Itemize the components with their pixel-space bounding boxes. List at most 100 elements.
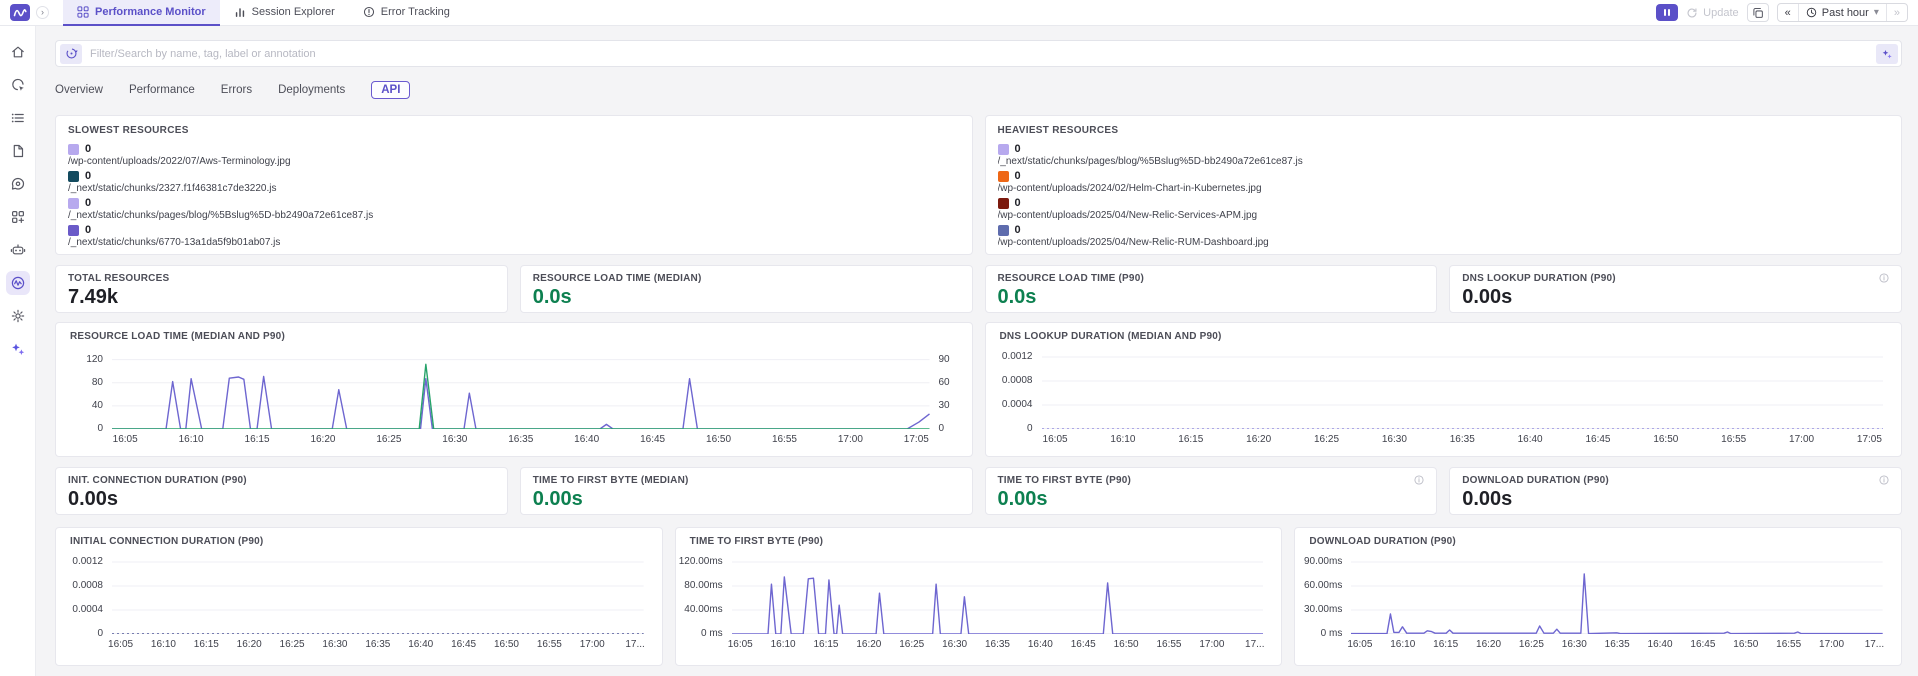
axis-tick-label: 16:05 bbox=[1347, 639, 1373, 650]
metric-title: RESOURCE LOAD TIME (MEDIAN) bbox=[532, 273, 702, 284]
x-axis: 16:05 16:10 16:15 16:20 16:25 16:30 16:35 16:40… bbox=[112, 429, 930, 446]
view-tab-errors[interactable]: Errors bbox=[221, 84, 252, 96]
sidebar-item-settings[interactable] bbox=[6, 304, 30, 328]
metric-card: DNS LOOKUP DURATION (P90) 0.00s bbox=[1449, 265, 1902, 313]
tab-performance-monitor[interactable]: Performance Monitor bbox=[63, 0, 220, 26]
initial-connection-duration-chart: INITIAL CONNECTION DURATION (P90) 0.0012… bbox=[55, 527, 663, 666]
time-range-dropdown[interactable]: Past hour ▾ bbox=[1799, 4, 1887, 21]
logo-wave-icon bbox=[13, 8, 27, 17]
sidebar-item-home[interactable] bbox=[6, 40, 30, 64]
filter-icon bbox=[60, 43, 82, 64]
resource-value: 0 bbox=[1014, 224, 1021, 236]
axis-tick-label: 16:05 bbox=[1042, 434, 1068, 445]
info-icon[interactable] bbox=[1414, 475, 1424, 485]
resource-value: 0 bbox=[85, 197, 92, 209]
axis-tick-label: 30 bbox=[938, 399, 950, 411]
update-label: Update bbox=[1703, 6, 1739, 19]
resource-path: /_next/static/chunks/6770-13a1da5f9b01ab… bbox=[68, 237, 281, 248]
heaviest-resources-panel: HEAVIEST RESOURCES 0 /_next/static/chunk… bbox=[984, 115, 1902, 255]
axis-tick-label: 16:10 bbox=[1110, 434, 1136, 445]
time-back-button[interactable]: « bbox=[1778, 4, 1799, 21]
chart-canvas[interactable] bbox=[112, 556, 644, 634]
axis-tick-label: 16:20 bbox=[236, 639, 262, 650]
view-tab-overview[interactable]: Overview bbox=[55, 84, 103, 96]
resource-path: /wp-content/uploads/2025/04/New-Relic-RU… bbox=[997, 237, 1269, 248]
axis-tick-label: 16:45 bbox=[640, 434, 666, 445]
axis-tick-label: 16:10 bbox=[770, 639, 796, 650]
middleware-logo[interactable] bbox=[10, 4, 30, 21]
axis-tick-label: 0.0012 bbox=[72, 556, 103, 567]
resource-list-item[interactable]: 0 /_next/static/chunks/pages/blog/%5Bslu… bbox=[997, 143, 1890, 167]
axis-tick-label: 0.0004 bbox=[1001, 399, 1033, 410]
view-tab-deployments[interactable]: Deployments bbox=[278, 84, 345, 96]
time-range-label: Past hour bbox=[1821, 6, 1869, 19]
axis-tick-label: 80 bbox=[91, 376, 103, 388]
axis-tick-label: 30.00ms bbox=[1303, 604, 1343, 615]
axis-tick-label: 16:15 bbox=[193, 639, 219, 650]
resource-value: 0 bbox=[1014, 170, 1021, 182]
sidebar-item-rum[interactable] bbox=[5, 271, 30, 295]
chart-canvas[interactable] bbox=[1351, 556, 1883, 634]
info-icon[interactable] bbox=[1879, 273, 1889, 283]
ai-sparkle-button[interactable] bbox=[1876, 43, 1898, 64]
y-axis-right: 90 60 30 0 bbox=[930, 351, 962, 434]
bot-icon bbox=[10, 244, 25, 255]
expand-nav-button[interactable]: › bbox=[36, 6, 49, 19]
chart-canvas[interactable] bbox=[112, 351, 930, 429]
resource-list-item[interactable]: 0 /_next/static/chunks/6770-13a1da5f9b01… bbox=[68, 224, 960, 248]
info-icon[interactable] bbox=[1879, 475, 1889, 485]
metric-card: RESOURCE LOAD TIME (MEDIAN) 0.0s bbox=[519, 265, 973, 313]
metric-title: TIME TO FIRST BYTE (MEDIAN) bbox=[532, 475, 689, 486]
pause-icon bbox=[1668, 9, 1671, 16]
search-input[interactable] bbox=[90, 47, 1868, 60]
metrics-row-2: INIT. CONNECTION DURATION (P90) 0.00s TI… bbox=[55, 467, 1902, 515]
sidebar-item-browser[interactable] bbox=[6, 73, 30, 97]
sidebar-item-bot[interactable] bbox=[6, 238, 30, 262]
axis-tick-label: 80.00ms bbox=[684, 580, 723, 591]
time-forward-button[interactable]: » bbox=[1887, 4, 1907, 21]
axis-tick-label: 16:30 bbox=[442, 434, 468, 445]
view-tab-api[interactable]: API bbox=[371, 81, 411, 99]
resource-list-item[interactable]: 0 /wp-content/uploads/2024/02/Helm-Chart… bbox=[997, 170, 1890, 194]
resource-list-item[interactable]: 0 /wp-content/uploads/2022/07/Aws-Termin… bbox=[68, 143, 960, 167]
axis-tick-label: 16:15 bbox=[1433, 639, 1459, 650]
pause-icon bbox=[1664, 9, 1667, 16]
resource-list-item[interactable]: 0 /_next/static/chunks/pages/blog/%5Bslu… bbox=[68, 197, 960, 221]
chevron-down-icon: ▾ bbox=[1873, 7, 1879, 18]
chart-canvas[interactable] bbox=[1042, 351, 1884, 429]
resource-path: /wp-content/uploads/2025/04/New-Relic-Se… bbox=[997, 210, 1258, 221]
copy-button[interactable] bbox=[1746, 3, 1769, 22]
axis-tick-label: 0.0012 bbox=[1001, 351, 1033, 362]
view-tab-performance[interactable]: Performance bbox=[129, 84, 195, 96]
y-axis-right bbox=[644, 556, 652, 651]
time-range-control: « Past hour ▾ » bbox=[1776, 3, 1908, 22]
sidebar-item-document[interactable] bbox=[6, 139, 30, 163]
axis-tick-label: 16:25 bbox=[376, 434, 402, 445]
metric-title: TOTAL RESOURCES bbox=[68, 273, 170, 284]
panel-title: SLOWEST RESOURCES bbox=[68, 125, 189, 136]
chart-title: DOWNLOAD DURATION (P90) bbox=[1309, 536, 1456, 547]
tab-session-explorer[interactable]: Session Explorer bbox=[220, 0, 349, 26]
axis-tick-label: 0.0008 bbox=[1001, 375, 1033, 386]
sidebar-item-chat[interactable] bbox=[6, 172, 30, 196]
series-color-swatch bbox=[68, 224, 79, 236]
sidebar-item-dashboards[interactable] bbox=[6, 205, 30, 229]
resource-list-item[interactable]: 0 /wp-content/uploads/2025/04/New-Relic-… bbox=[997, 224, 1890, 248]
series-color-swatch bbox=[997, 170, 1009, 182]
x-axis: 16:05 16:10 16:15 16:20 16:25 16:30 16:35 16:40… bbox=[1042, 429, 1884, 446]
sidebar-item-ai-assistant[interactable] bbox=[6, 337, 30, 361]
axis-tick-label: 90.00ms bbox=[1303, 556, 1343, 567]
chart-canvas[interactable] bbox=[732, 556, 1264, 634]
metric-card: TOTAL RESOURCES 7.49k bbox=[55, 265, 508, 313]
y-axis-left: 90.00ms 60.00ms 30.00ms 0 ms bbox=[1301, 556, 1351, 639]
slowest-resources-panel: SLOWEST RESOURCES 0 /wp-content/uploads/… bbox=[55, 115, 973, 255]
pause-button[interactable] bbox=[1656, 4, 1679, 21]
resource-list-item[interactable]: 0 /wp-content/uploads/2025/04/New-Relic-… bbox=[997, 197, 1890, 221]
metric-value: 0.00s bbox=[997, 488, 1048, 510]
axis-tick-label: 60 bbox=[938, 376, 950, 388]
sidebar-item-logs[interactable] bbox=[6, 106, 30, 130]
series-color-swatch bbox=[68, 197, 79, 209]
tab-error-tracking[interactable]: Error Tracking bbox=[349, 0, 464, 26]
resource-list-item[interactable]: 0 /_next/static/chunks/2327.f1f46381c7de… bbox=[68, 170, 960, 194]
update-button[interactable]: Update bbox=[1686, 6, 1739, 19]
